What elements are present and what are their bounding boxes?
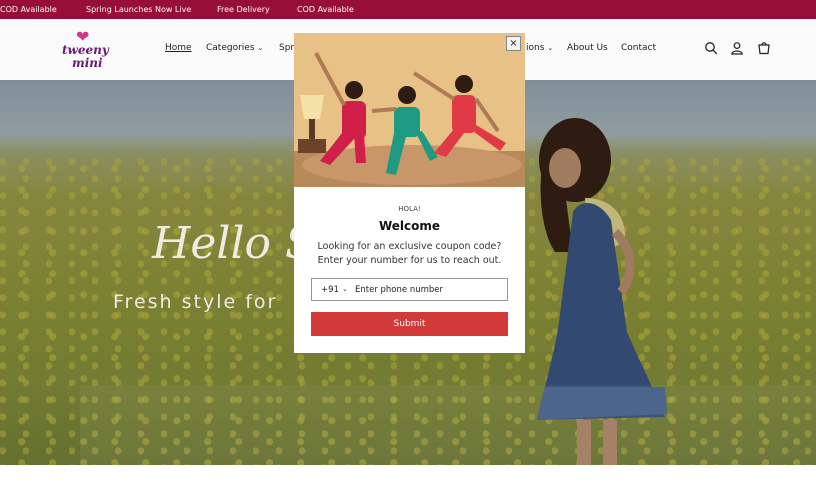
- popup-title: Welcome: [378, 219, 441, 233]
- announcement-item: Free Delivery: [217, 5, 270, 14]
- announcement-bar: COD Available Spring Launches Now Live F…: [0, 0, 816, 19]
- announcement-item: Spring Launches Now Live: [86, 5, 192, 14]
- country-code-select[interactable]: +91: [321, 285, 339, 295]
- announcement-item: COD Available: [0, 5, 57, 14]
- chevron-down-icon[interactable]: ⌄: [342, 285, 348, 293]
- popup-eyebrow: HOLA!: [398, 205, 421, 213]
- announcement-item: COD Available: [297, 5, 354, 14]
- phone-field: +91 ⌄: [311, 278, 508, 301]
- popup-kids-image: [294, 33, 525, 187]
- page-below-fold: [0, 465, 816, 495]
- popup-description: Looking for an exclusive coupon code? En…: [317, 241, 502, 266]
- close-button[interactable]: ×: [506, 36, 521, 51]
- coupon-popup: × HOLA! Welcome Looking for an exclusive…: [294, 33, 525, 353]
- page: COD Available Spring Launches Now Live F…: [0, 0, 816, 495]
- submit-button[interactable]: Submit: [311, 312, 508, 336]
- phone-input[interactable]: [355, 283, 503, 297]
